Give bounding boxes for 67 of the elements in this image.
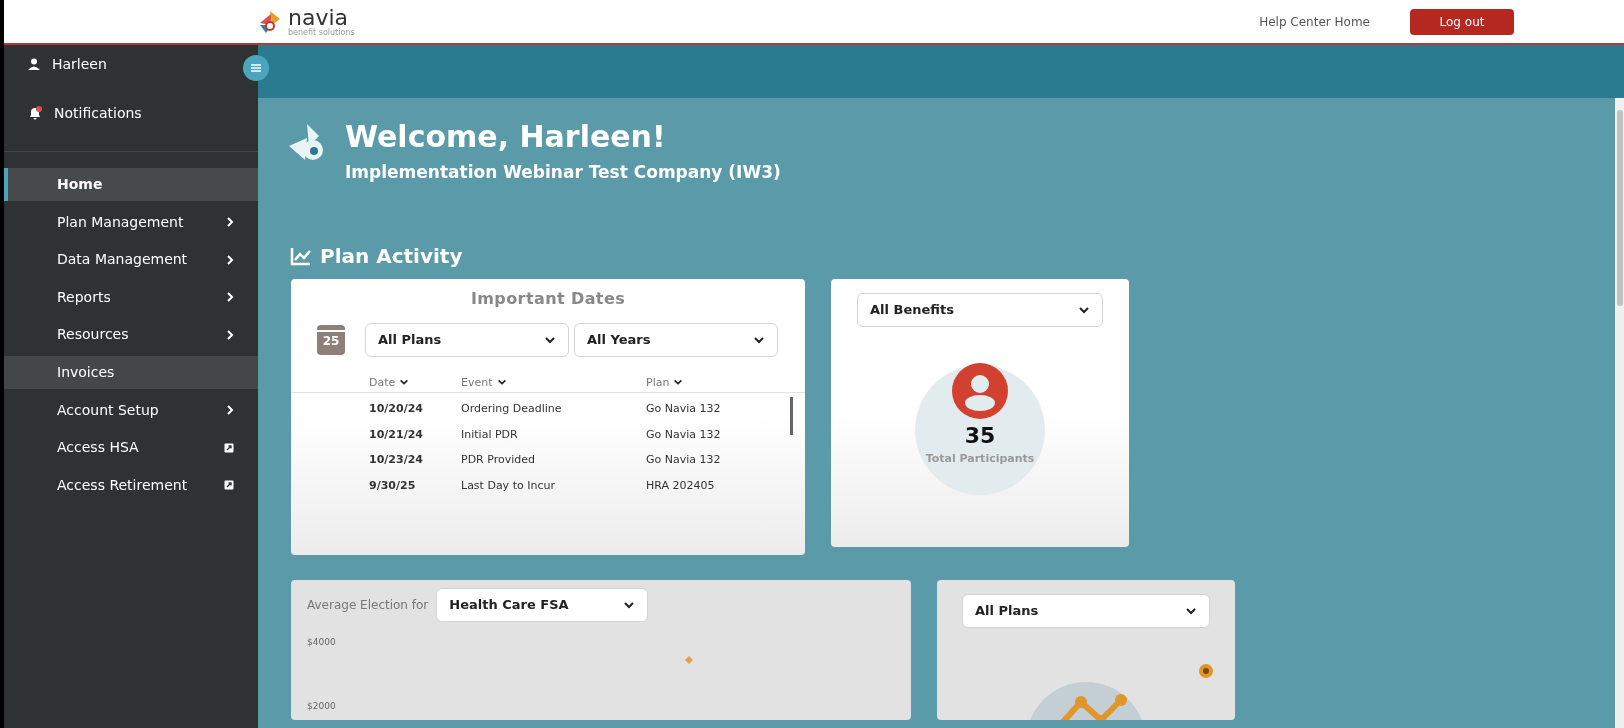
user-name[interactable]: Harleen — [52, 53, 107, 75]
account-type-dropdown[interactable]: Health Care FSA — [436, 588, 649, 622]
sidebar-item[interactable]: Resources — [4, 318, 258, 352]
page-scrollbar[interactable] — [1615, 98, 1624, 728]
help-icon[interactable] — [1199, 664, 1213, 678]
calendar-icon: 25 — [317, 325, 345, 355]
column-header[interactable]: Event — [461, 375, 646, 392]
axis-label: $2000 — [307, 699, 337, 713]
sidebar-item[interactable]: Invoices — [4, 355, 258, 389]
table-cell-text: 9/30/25 — [369, 477, 417, 494]
average-election-label: Average Election for — [307, 597, 429, 614]
table-cell-text: Initial PDR — [461, 426, 519, 443]
chevron-right-icon — [226, 405, 234, 416]
table-cell-text: HRA 202405 — [646, 477, 716, 494]
sidebar-item[interactable]: Access Retirement — [4, 468, 258, 502]
external-link-icon — [224, 442, 234, 453]
table-cell-text: Last Day to Incur — [461, 477, 556, 494]
column-header[interactable]: Date — [369, 375, 461, 392]
line-chart-icon — [290, 246, 312, 266]
notifications-link[interactable]: Notifications — [54, 102, 142, 124]
axis-label: $4000 — [307, 636, 337, 649]
benefits-dropdown[interactable]: All Benefits — [857, 293, 1103, 327]
sidebar-item[interactable]: Plan Management — [4, 205, 258, 239]
chevron-right-icon — [226, 254, 234, 265]
external-link-icon — [224, 480, 234, 491]
company-name: Implementation Webinar Test Company (IW3) — [345, 160, 781, 184]
column-header[interactable]: Plan — [646, 375, 746, 392]
chevron-down-icon — [496, 377, 507, 387]
welcome-title: Welcome, Harleen! — [345, 118, 667, 156]
chevron-down-icon — [1185, 605, 1197, 617]
table-cell-text: Go Navia 132 — [646, 452, 722, 469]
sidebar-item[interactable]: Home — [4, 168, 258, 201]
section-title: Plan Activity — [320, 243, 463, 270]
user-icon — [28, 58, 40, 70]
chevron-down-icon — [1078, 304, 1090, 316]
chevron-down-icon — [399, 377, 410, 387]
sidebar-item[interactable]: Data Management — [4, 243, 258, 277]
plans-dropdown[interactable]: All Plans — [962, 594, 1210, 628]
table-cell-text: 10/20/24 — [369, 401, 424, 418]
table-cell-text: 10/21/24 — [369, 426, 424, 443]
chevron-right-icon — [226, 292, 234, 303]
participant-count: 35 — [964, 425, 996, 447]
chevron-down-icon — [753, 334, 765, 346]
sidebar-item[interactable]: Reports — [4, 280, 258, 314]
participant-label: Total Participants — [925, 451, 1035, 467]
sidebar-item[interactable]: Account Setup — [4, 393, 258, 427]
plan-dropdown[interactable]: All Plans — [365, 323, 569, 357]
logo-wordmark: navia — [288, 6, 349, 29]
chevron-down-icon — [623, 599, 636, 611]
chevron-down-icon — [673, 377, 684, 387]
table-cell-text: Ordering Deadline — [461, 401, 563, 418]
table-cell-text: Go Navia 132 — [646, 401, 722, 418]
table-cell-text: 10/23/24 — [369, 452, 424, 469]
logout-button[interactable]: Log out — [1410, 8, 1514, 35]
chevron-right-icon — [226, 329, 234, 340]
chevron-down-icon — [544, 334, 556, 346]
table-cell-text: Go Navia 132 — [646, 426, 722, 443]
data-point-icon — [685, 656, 693, 664]
scrollbar-thumb[interactable] — [790, 397, 793, 435]
logo-tagline: benefit solutions — [288, 28, 355, 37]
chevron-right-icon — [226, 217, 234, 228]
card-title: Important Dates — [469, 288, 627, 310]
menu-icon — [250, 63, 262, 73]
help-center-link[interactable]: Help Center Home — [1259, 12, 1370, 31]
table-cell-text: PDR Provided — [461, 452, 536, 469]
year-dropdown[interactable]: All Years — [574, 323, 778, 357]
sidebar-item[interactable]: Access HSA — [4, 431, 258, 465]
